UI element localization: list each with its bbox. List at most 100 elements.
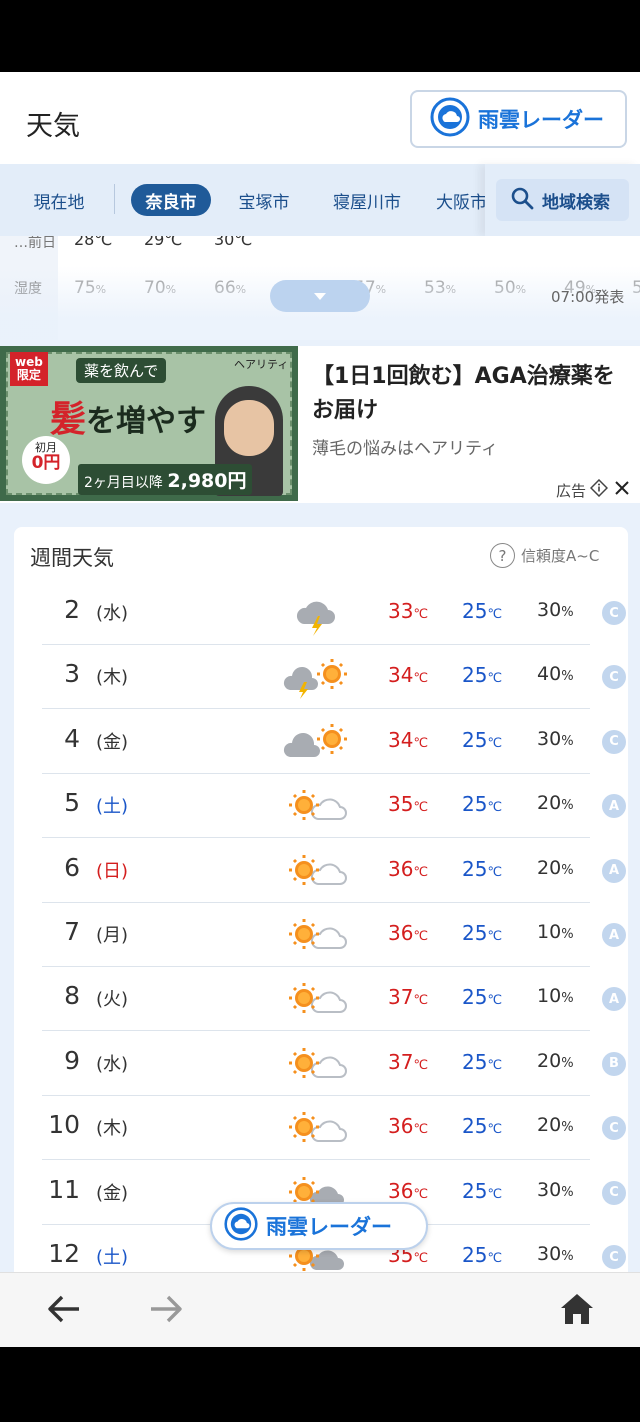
- high-temp: 37℃: [388, 1049, 429, 1074]
- day-of-week: (木): [96, 1118, 129, 1140]
- day-of-week: (月): [96, 925, 129, 946]
- tab-nara[interactable]: 奈良市: [131, 184, 211, 216]
- page-title: 天気: [26, 111, 80, 142]
- sun-cloud-icon: [282, 974, 352, 1024]
- day-number: 6: [64, 852, 80, 882]
- sun-cloud-icon: [282, 781, 352, 831]
- reliability-info[interactable]: ? 信頼度A~C: [490, 543, 599, 568]
- high-temp: 33℃: [388, 599, 429, 623]
- low-temp: 25℃: [462, 856, 503, 881]
- prev-temp: 28℃: [74, 236, 113, 249]
- floating-rain-radar-button[interactable]: 雨雲レーダー: [210, 1202, 428, 1250]
- precip-probability: 20%: [537, 1114, 574, 1137]
- precip-probability: 30%: [537, 1243, 574, 1265]
- reliability-label: 信頼度A~C: [521, 547, 600, 565]
- ad-subtitle: 薄毛の悩みはヘアリティ: [312, 439, 498, 459]
- ad-info-icon[interactable]: [589, 478, 609, 501]
- ad-label[interactable]: 広告: [556, 478, 630, 501]
- radar-icon: [224, 1207, 258, 1245]
- app-header: 天気 雨雲レーダー: [0, 72, 640, 164]
- high-temp: 37℃: [388, 985, 429, 1010]
- low-temp: 25℃: [462, 1114, 503, 1139]
- weekly-title: 週間天気: [30, 546, 114, 570]
- region-search-button[interactable]: 地域検索: [496, 179, 629, 221]
- low-temp: 25℃: [462, 921, 503, 945]
- day-of-week: (土): [96, 1247, 129, 1268]
- day-of-week: (水): [96, 603, 129, 624]
- cloud-sun-icon: [282, 717, 352, 767]
- ad-title[interactable]: 【1日1回飲む】AGA治療薬をお届け: [312, 360, 632, 428]
- reliability-badge: A: [602, 794, 626, 819]
- high-temp: 34℃: [388, 727, 429, 752]
- high-temp: 36℃: [388, 1178, 429, 1203]
- prev-day-label: …前日: [14, 236, 56, 251]
- high-temp: 36℃: [388, 1114, 429, 1139]
- reliability-badge: C: [602, 665, 626, 690]
- day-of-week: (日): [96, 860, 129, 882]
- sun-cloud-icon: [282, 910, 352, 960]
- help-icon[interactable]: ?: [490, 543, 515, 568]
- reliability-badge: A: [602, 987, 626, 1012]
- tab-takarazuka[interactable]: 宝塚市: [228, 184, 300, 216]
- ad-close-icon[interactable]: [614, 480, 630, 500]
- reliability-badge: A: [602, 923, 626, 947]
- reliability-badge: C: [602, 1245, 626, 1269]
- weekly-row: 9 (水) 37℃ 25℃ 20% B: [42, 1032, 626, 1096]
- home-icon: [559, 1292, 595, 1330]
- ad-person-face: [224, 400, 274, 456]
- forward-button[interactable]: [146, 1291, 186, 1331]
- weekly-row: 7 (月) 36℃ 25℃ 10% A: [42, 903, 626, 967]
- weekly-row: 10 (木) 36℃ 25℃ 20% C: [42, 1096, 626, 1161]
- weekly-row: 2 (水) 33℃ 25℃ 30% C: [42, 581, 626, 645]
- low-temp: 25℃: [462, 1178, 503, 1203]
- high-temp: 36℃: [388, 856, 429, 881]
- day-of-week: (木): [96, 667, 129, 689]
- precip-probability: 40%: [537, 663, 574, 686]
- tab-current-location[interactable]: 現在地: [18, 184, 100, 216]
- prev-temp: 30℃: [214, 236, 253, 249]
- ad-price: 2ヶ月目以降 2,980円: [78, 464, 253, 495]
- reliability-badge: C: [602, 729, 626, 754]
- expand-hourly-button[interactable]: [270, 280, 370, 312]
- reliability-badge: A: [602, 858, 626, 883]
- low-temp: 25℃: [462, 727, 503, 752]
- day-number: 5: [64, 788, 80, 818]
- floating-rain-radar-label: 雨雲レーダー: [266, 1215, 392, 1239]
- ad-brand: ヘアリティ: [234, 358, 289, 371]
- forward-arrow-icon: [149, 1294, 183, 1328]
- precip-probability: 20%: [537, 856, 574, 879]
- ad-first-month: 初月 0円: [22, 436, 70, 484]
- search-area: 地域検索: [485, 164, 640, 236]
- ad-headline: 薬を飲んで: [76, 358, 167, 383]
- day-number: 9: [64, 1045, 80, 1075]
- issued-time: 07:00発表: [551, 288, 625, 306]
- precip-probability: 30%: [537, 1178, 574, 1201]
- day-of-week: (水): [96, 1053, 129, 1075]
- reliability-badge: C: [602, 601, 626, 625]
- home-button[interactable]: [557, 1291, 597, 1331]
- day-of-week: (金): [96, 1182, 129, 1204]
- tab-neyagawa[interactable]: 寝屋川市: [322, 184, 412, 216]
- cloud-thunder-icon: [282, 588, 352, 638]
- reliability-badge: B: [602, 1051, 626, 1076]
- thunder-cloud-sun-icon: [282, 652, 352, 702]
- low-temp: 25℃: [462, 663, 503, 688]
- radar-icon: [430, 97, 470, 141]
- ad-image[interactable]: web 限定 薬を飲んで ヘアリティ 髪を増やす 初月 0円 2ヶ月目以降 2,9…: [0, 346, 298, 501]
- reliability-badge: C: [602, 1180, 626, 1205]
- weekly-row: 5 (土) 35℃ 25℃ 20% A: [42, 774, 626, 839]
- precip-probability: 10%: [537, 921, 574, 943]
- precip-probability: 30%: [537, 727, 574, 750]
- rain-radar-button[interactable]: 雨雲レーダー: [410, 90, 627, 148]
- sun-cloud-icon: [282, 1039, 352, 1089]
- day-number: 2: [64, 595, 80, 624]
- precip-probability: 30%: [537, 599, 574, 621]
- ad-banner[interactable]: web 限定 薬を飲んで ヘアリティ 髪を増やす 初月 0円 2ヶ月目以降 2,9…: [0, 346, 640, 503]
- day-of-week: (火): [96, 989, 129, 1011]
- day-of-week: (金): [96, 731, 129, 753]
- browser-bottom-nav: [0, 1272, 640, 1347]
- day-number: 4: [64, 723, 80, 753]
- back-button[interactable]: [44, 1291, 84, 1331]
- search-icon: [510, 186, 534, 214]
- rain-radar-label: 雨雲レーダー: [478, 108, 604, 132]
